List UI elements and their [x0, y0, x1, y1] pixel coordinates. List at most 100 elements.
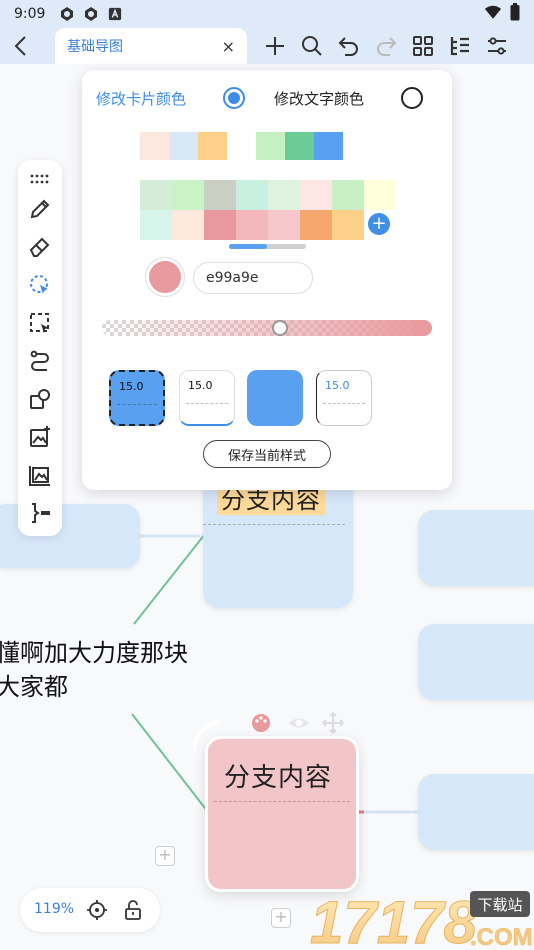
status-time: 9:09 [14, 6, 46, 22]
settings-sliders-icon [488, 37, 506, 55]
palette-swatch-r2-7[interactable] [332, 210, 364, 240]
add-child-button[interactable]: + [271, 908, 291, 928]
style-preset-1-value: 15.0 [119, 380, 144, 393]
box-select-button[interactable] [27, 310, 53, 336]
palette-swatch-r1-8[interactable] [364, 180, 396, 210]
palette-swatch-r1-4[interactable] [236, 180, 268, 210]
opacity-slider[interactable] [102, 320, 432, 336]
tab-title: 基础导图 [67, 39, 123, 55]
style-preset-2-value: 15.0 [188, 379, 213, 392]
search-icon [302, 36, 322, 56]
style-preset-4[interactable]: 15.0 [316, 370, 372, 426]
save-style-button[interactable]: 保存当前样式 [203, 440, 331, 468]
right-branch-node-2[interactable] [418, 624, 534, 700]
close-tab-button[interactable]: × [222, 37, 235, 56]
node-move-button[interactable] [322, 712, 344, 734]
palette-swatch-r1-7[interactable] [332, 180, 364, 210]
palette-swatch-r1-6[interactable] [300, 180, 332, 210]
palette-swatch-r2-1[interactable] [140, 210, 172, 240]
palette-swatch-r2-3[interactable] [204, 210, 236, 240]
text-color-radio[interactable] [401, 87, 423, 109]
status-bar: 9:09 [0, 0, 534, 28]
hex-color-input[interactable] [193, 262, 313, 294]
locate-button[interactable] [86, 899, 108, 921]
palette-swatch-r1-1[interactable] [140, 180, 172, 210]
undo-button[interactable] [334, 31, 364, 61]
card-color-option-label[interactable]: 修改卡片颜色 [96, 88, 186, 109]
recent-color-swatch-b-3[interactable] [314, 132, 343, 160]
image-frame-button[interactable] [27, 462, 53, 488]
palette-swatch-r2-5[interactable] [268, 210, 300, 240]
chevron-left-icon [14, 36, 26, 56]
palette-scroll-thumb[interactable] [229, 244, 267, 249]
recent-color-swatch-3[interactable] [198, 132, 227, 160]
undo-icon [338, 37, 358, 56]
palette-swatch-r1-2[interactable] [172, 180, 204, 210]
palette-swatch-r2-4[interactable] [236, 210, 268, 240]
selected-branch-node[interactable]: 分支内容 [205, 736, 359, 892]
palette-swatch-r2-2[interactable] [172, 210, 204, 240]
opacity-slider-handle[interactable] [271, 320, 288, 336]
back-button[interactable] [8, 32, 36, 60]
text-color-option-label[interactable]: 修改文字颜色 [274, 88, 364, 109]
redo-icon [377, 37, 397, 56]
recent-color-swatch-1[interactable] [140, 132, 169, 160]
add-color-button[interactable]: + [368, 213, 390, 235]
summary-bracket-button[interactable] [27, 500, 53, 526]
watermark-domain: .COM [470, 924, 532, 949]
card-color-radio[interactable] [223, 87, 245, 109]
settings-button[interactable] [482, 31, 512, 61]
grid-icon [413, 36, 433, 56]
eraser-tool-button[interactable] [27, 234, 53, 260]
pen-tool-button[interactable] [27, 196, 53, 222]
recent-color-swatch-2[interactable] [169, 132, 198, 160]
bracket-icon [32, 503, 50, 523]
sync-icon-2 [83, 6, 99, 22]
connector-tool-button[interactable] [27, 348, 53, 374]
floating-text[interactable]: 懂啊加大力度那块 大家都 [0, 636, 188, 704]
color-style-popup: 修改卡片颜色 修改文字颜色 + 15.0 15.0 15.0 保存当前样式 [82, 70, 452, 490]
add-node-button[interactable] [260, 31, 290, 61]
zoom-level[interactable]: 119% [34, 901, 74, 917]
lasso-select-button[interactable] [27, 272, 53, 298]
node-color-button[interactable] [250, 712, 272, 734]
insert-image-button[interactable] [27, 424, 53, 450]
palette-swatch-r1-3[interactable] [204, 180, 236, 210]
palette-scrollbar[interactable] [229, 244, 306, 249]
style-preset-3[interactable] [247, 370, 303, 426]
right-branch-node-3[interactable] [418, 774, 534, 850]
lasso-select-icon [30, 275, 48, 294]
outline-icon [450, 37, 469, 56]
document-tab[interactable]: 基础导图 × [55, 28, 247, 64]
recent-color-swatch-b-2[interactable] [285, 132, 314, 160]
right-branch-node-1[interactable] [418, 510, 534, 586]
battery-icon [510, 3, 520, 25]
palette-swatch-r1-5[interactable] [268, 180, 300, 210]
palette-swatch-r2-6[interactable] [300, 210, 332, 240]
eye-icon [289, 718, 309, 728]
node-divider [214, 801, 350, 802]
shape-tool-button[interactable] [27, 386, 53, 412]
preset-divider [117, 404, 157, 405]
style-preset-1[interactable]: 15.0 [109, 370, 165, 426]
top-toolbar: 基础导图 × [0, 28, 534, 64]
search-button[interactable] [297, 31, 327, 61]
node-visibility-button[interactable] [287, 714, 311, 732]
selected-node-title: 分支内容 [224, 763, 333, 793]
recent-color-swatch-b-1[interactable] [256, 132, 285, 160]
add-sibling-button[interactable]: + [155, 846, 175, 866]
more-tools-button[interactable] [27, 166, 53, 192]
upper-node-title: 分支内容 [221, 486, 321, 514]
preset-divider [186, 403, 228, 404]
style-preset-2[interactable]: 15.0 [179, 370, 235, 426]
dots-icon [30, 174, 49, 184]
redo-button[interactable] [371, 31, 401, 61]
app-notification-icon [107, 6, 123, 22]
site-watermark: 17178 下载站 .COM [310, 885, 533, 950]
node-divider [203, 524, 345, 525]
sync-icon [59, 6, 75, 22]
add-image-icon [30, 426, 50, 447]
lock-button[interactable] [122, 899, 144, 921]
layout-grid-button[interactable] [408, 31, 438, 61]
outline-button[interactable] [445, 31, 475, 61]
